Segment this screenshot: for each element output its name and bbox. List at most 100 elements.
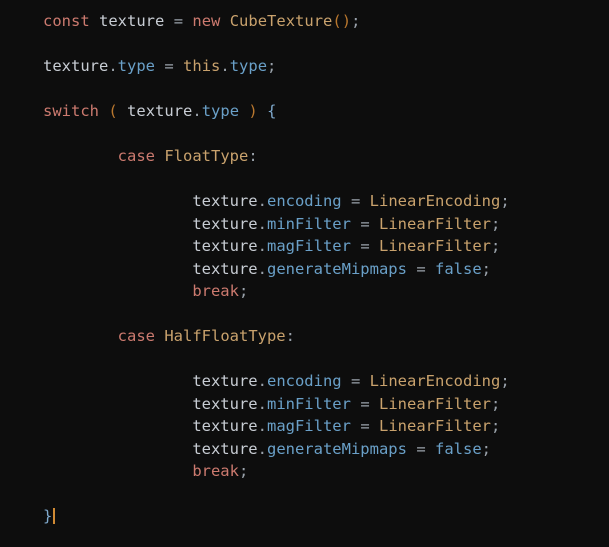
code-token-operator: = bbox=[416, 259, 426, 278]
code-line[interactable]: ​ bbox=[43, 123, 510, 146]
code-line[interactable]: texture.generateMipmaps = false; bbox=[43, 438, 510, 461]
code-line[interactable]: case HalfFloatType: bbox=[43, 325, 510, 348]
code-token-ident: texture bbox=[192, 394, 258, 413]
code-token-brace: } bbox=[43, 507, 53, 525]
code-token-const: LinearFilter bbox=[379, 237, 491, 255]
code-token-punct: . bbox=[257, 417, 267, 435]
code-token-ident: texture bbox=[192, 259, 258, 278]
code-token-punct: ; bbox=[491, 237, 501, 255]
code-token-punct: . bbox=[257, 372, 267, 390]
code-token-ident: texture bbox=[99, 12, 165, 30]
code-token-operator: = bbox=[416, 439, 426, 458]
code-token-operator: = bbox=[360, 214, 370, 233]
code-token-ident: texture bbox=[192, 417, 258, 435]
code-token-prop: type bbox=[117, 57, 155, 75]
code-token-paren: ( bbox=[108, 102, 118, 120]
code-line[interactable]: texture.encoding = LinearEncoding; bbox=[43, 370, 510, 393]
code-token-keyword: case bbox=[117, 327, 155, 345]
code-line[interactable]: ​ bbox=[43, 78, 510, 101]
code-line[interactable]: break; bbox=[43, 280, 510, 303]
code-token-punct: ; bbox=[491, 417, 501, 435]
code-token-punct: : bbox=[285, 327, 295, 345]
code-line[interactable]: texture.encoding = LinearEncoding; bbox=[43, 190, 509, 213]
code-listing[interactable]: const texture = new CubeTexture();​textu… bbox=[43, 10, 510, 528]
code-token-paren: ( bbox=[332, 12, 342, 30]
code-token-punct: . bbox=[257, 237, 267, 255]
code-token-keyword: case bbox=[117, 147, 155, 165]
code-line[interactable]: break; bbox=[43, 460, 510, 483]
code-token-ident: texture bbox=[192, 372, 258, 390]
code-token-brace: { bbox=[267, 102, 277, 120]
code-token-const: LinearEncoding bbox=[369, 372, 501, 390]
code-line[interactable]: texture.type = this.type; bbox=[43, 55, 510, 78]
code-editor-surface[interactable]: const texture = new CubeTexture();​textu… bbox=[0, 0, 609, 547]
code-line[interactable]: } bbox=[43, 505, 510, 528]
code-token-const: LinearFilter bbox=[379, 394, 491, 413]
code-token-prop: type bbox=[201, 102, 240, 120]
code-token-keyword: new bbox=[192, 12, 221, 30]
code-token-punct: . bbox=[257, 394, 267, 413]
code-line[interactable]: texture.minFilter = LinearFilter; bbox=[43, 393, 510, 416]
code-line[interactable]: ​ bbox=[43, 483, 510, 506]
code-token-ident: texture bbox=[192, 439, 258, 458]
code-token-punct: . bbox=[257, 259, 267, 278]
code-line[interactable]: ​ bbox=[43, 348, 510, 371]
code-token-punct: ; bbox=[500, 372, 510, 390]
code-token-prop: type bbox=[229, 57, 268, 75]
code-line[interactable]: texture.minFilter = LinearFilter; bbox=[43, 213, 510, 236]
code-token-punct: ; bbox=[491, 214, 501, 233]
code-token-bool: false bbox=[435, 439, 482, 458]
code-line[interactable]: texture.generateMipmaps = false; bbox=[43, 258, 510, 281]
code-line[interactable]: ​ bbox=[43, 33, 510, 56]
code-token-ident: texture bbox=[43, 57, 109, 75]
code-token-keyword: break bbox=[192, 462, 239, 480]
code-token-punct: ; bbox=[267, 57, 277, 75]
code-token-operator: = bbox=[173, 12, 184, 30]
code-line[interactable]: texture.magFilter = LinearFilter; bbox=[43, 415, 510, 438]
code-line[interactable]: ​ bbox=[43, 168, 510, 191]
code-token-prop: generateMipmaps bbox=[266, 439, 407, 458]
code-token-bool: false bbox=[435, 259, 482, 278]
text-caret bbox=[53, 508, 56, 524]
code-token-const: LinearEncoding bbox=[369, 192, 501, 210]
code-line[interactable]: ​ bbox=[43, 303, 510, 326]
code-line[interactable]: texture.magFilter = LinearFilter; bbox=[43, 235, 510, 258]
code-line[interactable]: switch ( texture.type ) { bbox=[43, 100, 510, 123]
code-line[interactable]: case FloatType: bbox=[43, 145, 510, 168]
code-token-operator: = bbox=[360, 417, 370, 435]
code-token-paren: ) bbox=[341, 12, 352, 30]
code-token-const: LinearFilter bbox=[379, 417, 491, 435]
code-token-prop: minFilter bbox=[266, 394, 351, 413]
code-line[interactable]: const texture = new CubeTexture(); bbox=[43, 10, 510, 33]
code-token-operator: = bbox=[360, 237, 370, 255]
code-token-ident: texture bbox=[127, 102, 193, 120]
code-token-type: CubeTexture bbox=[229, 12, 333, 30]
code-token-ident: texture bbox=[192, 237, 258, 255]
